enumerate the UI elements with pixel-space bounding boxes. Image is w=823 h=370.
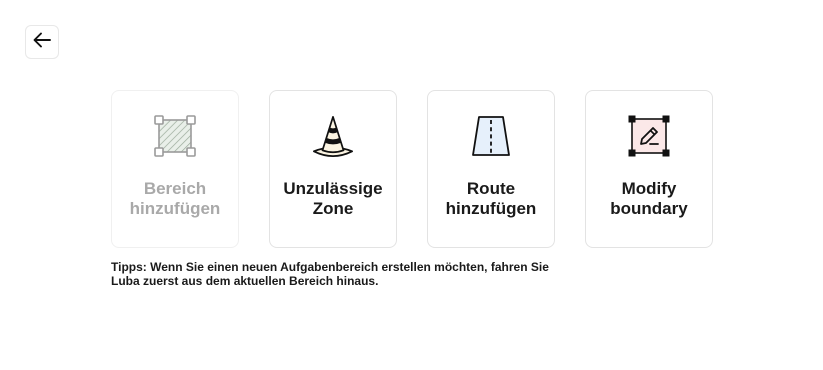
arrow-left-icon	[33, 32, 51, 53]
add-route-label-line1: Route	[466, 179, 516, 198]
add-area-label-line2: hinzufügen	[129, 199, 221, 218]
modify-boundary-label-line2: boundary	[610, 199, 688, 218]
back-button[interactable]	[25, 25, 59, 59]
no-go-zone-label-line1: Unzulässige	[283, 179, 383, 198]
add-route-card[interactable]: Route hinzufügen	[427, 90, 555, 248]
add-area-label-line1: Bereich	[143, 179, 207, 198]
add-route-label-line2: hinzufügen	[445, 199, 537, 218]
modify-boundary-label-line1: Modify	[621, 179, 677, 198]
action-cards: Bereich hinzufügen Unzulässige Zone Rout…	[111, 90, 713, 248]
add-route-label: Route hinzufügen	[431, 179, 551, 219]
edit-boundary-icon	[627, 114, 671, 158]
no-go-zone-label: Unzulässige Zone	[273, 179, 393, 219]
tips-text: Tipps: Wenn Sie einen neuen Aufgabenbere…	[111, 260, 549, 288]
modify-boundary-card[interactable]: Modify boundary	[585, 90, 713, 248]
no-go-zone-card[interactable]: Unzulässige Zone	[269, 90, 397, 248]
route-road-icon	[469, 114, 513, 158]
add-area-label: Bereich hinzufügen	[115, 179, 235, 219]
traffic-cone-icon	[311, 114, 355, 158]
add-task-area-screen: Bereich hinzufügen Unzulässige Zone Rout…	[0, 0, 823, 370]
no-go-zone-label-line2: Zone	[312, 199, 354, 218]
modify-boundary-label: Modify boundary	[589, 179, 709, 219]
area-polygon-icon	[153, 114, 197, 158]
add-area-card: Bereich hinzufügen	[111, 90, 239, 248]
